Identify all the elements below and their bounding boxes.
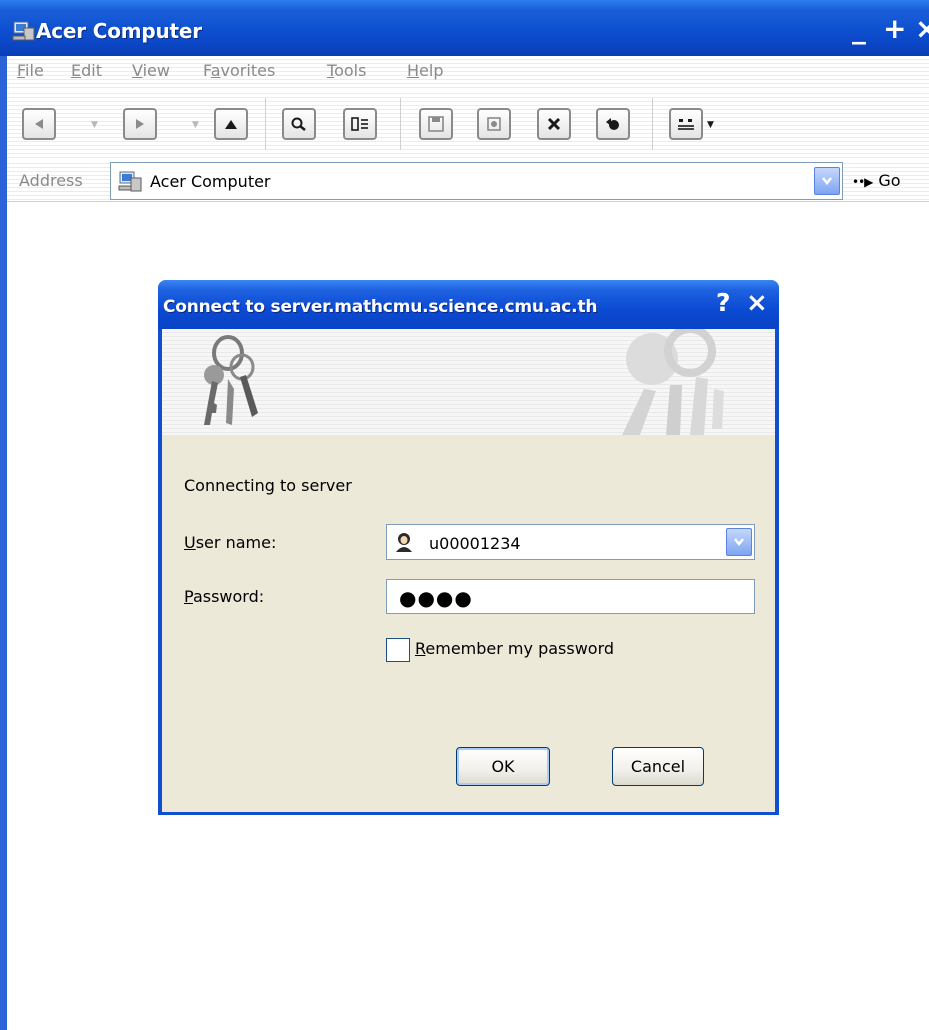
window-left-border	[0, 56, 7, 1030]
copy-to-button[interactable]	[477, 108, 511, 140]
undo-button[interactable]	[596, 108, 630, 140]
menu-edit[interactable]: Edit	[71, 61, 102, 80]
computer-icon	[12, 21, 35, 41]
maximize-button[interactable]: +	[883, 14, 906, 44]
keys-icon	[204, 335, 258, 425]
folders-button[interactable]	[343, 108, 377, 140]
copy-to-icon	[487, 117, 501, 131]
views-button[interactable]	[669, 108, 703, 140]
toolbar-separator	[400, 98, 401, 150]
user-name-label: User name:	[184, 533, 277, 552]
dialog-title: Connect to server.mathcmu.science.cmu.ac…	[163, 297, 598, 317]
back-button[interactable]	[22, 108, 56, 140]
menu-help[interactable]: Help	[407, 61, 443, 80]
dialog-body: Connecting to server User name: u0000123…	[162, 329, 775, 812]
connect-dialog: Connect to server.mathcmu.science.cmu.ac…	[158, 280, 779, 815]
user-name-dropdown-button[interactable]	[726, 528, 752, 556]
chevron-down-icon	[822, 177, 832, 186]
menu-tools[interactable]: Tools	[327, 61, 366, 80]
address-dropdown-button[interactable]	[814, 167, 840, 195]
window-title: Acer Computer	[36, 19, 202, 43]
address-value: Acer Computer	[150, 172, 271, 191]
views-dropdown-icon[interactable]: ▼	[707, 120, 714, 130]
save-button[interactable]	[419, 108, 453, 140]
dialog-titlebar: Connect to server.mathcmu.science.cmu.ac…	[158, 280, 779, 329]
password-label: Password:	[184, 587, 265, 606]
computer-icon	[118, 171, 142, 192]
delete-button[interactable]	[537, 108, 571, 140]
ok-button[interactable]: OK	[456, 747, 550, 786]
menu-file[interactable]: File	[17, 61, 44, 80]
user-name-value: u00001234	[429, 534, 521, 553]
go-button[interactable]: ••▶ Go	[852, 171, 901, 190]
connecting-message: Connecting to server	[184, 476, 352, 495]
dialog-banner	[162, 329, 775, 435]
folders-icon	[351, 117, 368, 131]
search-button[interactable]	[282, 108, 316, 140]
back-icon	[35, 119, 43, 129]
back-dropdown-icon[interactable]: ▼	[91, 120, 98, 130]
cancel-button[interactable]: Cancel	[612, 747, 704, 786]
help-button[interactable]: ?	[716, 288, 731, 317]
delete-icon	[547, 117, 561, 131]
save-icon	[428, 116, 444, 132]
minimize-button[interactable]: _	[852, 14, 866, 44]
views-icon	[678, 119, 694, 130]
close-button[interactable]: ×	[915, 14, 929, 44]
window-titlebar: Acer Computer _ + ×	[0, 0, 929, 56]
address-label: Address	[19, 171, 83, 190]
up-button[interactable]	[214, 108, 248, 140]
toolbar: ▼ ▼ ▼	[7, 90, 929, 160]
menu-view[interactable]: View	[132, 61, 170, 80]
menu-favorites[interactable]: Favorites	[203, 61, 275, 80]
undo-icon	[606, 118, 619, 130]
chevron-down-icon	[734, 538, 744, 547]
user-icon	[396, 533, 412, 552]
remember-password-checkbox[interactable]	[386, 638, 410, 662]
go-label: Go	[878, 171, 901, 190]
up-icon	[225, 120, 237, 129]
remember-password-label[interactable]: Remember my password	[415, 639, 614, 658]
menu-bar: File Edit View Favorites Tools Help	[7, 56, 929, 90]
dialog-close-button[interactable]: ×	[746, 288, 768, 318]
search-icon	[291, 117, 306, 131]
toolbar-separator	[265, 98, 266, 150]
keys-watermark-icon	[622, 329, 724, 435]
forward-icon	[136, 119, 144, 129]
forward-button[interactable]	[123, 108, 157, 140]
user-name-combobox[interactable]: u00001234	[386, 524, 755, 560]
go-arrow-icon: ••▶	[852, 175, 873, 189]
address-input[interactable]: Acer Computer	[110, 162, 843, 200]
forward-dropdown-icon[interactable]: ▼	[192, 120, 199, 130]
password-value: ●●●●	[399, 586, 473, 610]
address-bar: Address Acer Computer ••▶ Go	[7, 160, 929, 202]
password-input[interactable]: ●●●●	[386, 579, 755, 614]
toolbar-separator	[652, 98, 653, 150]
